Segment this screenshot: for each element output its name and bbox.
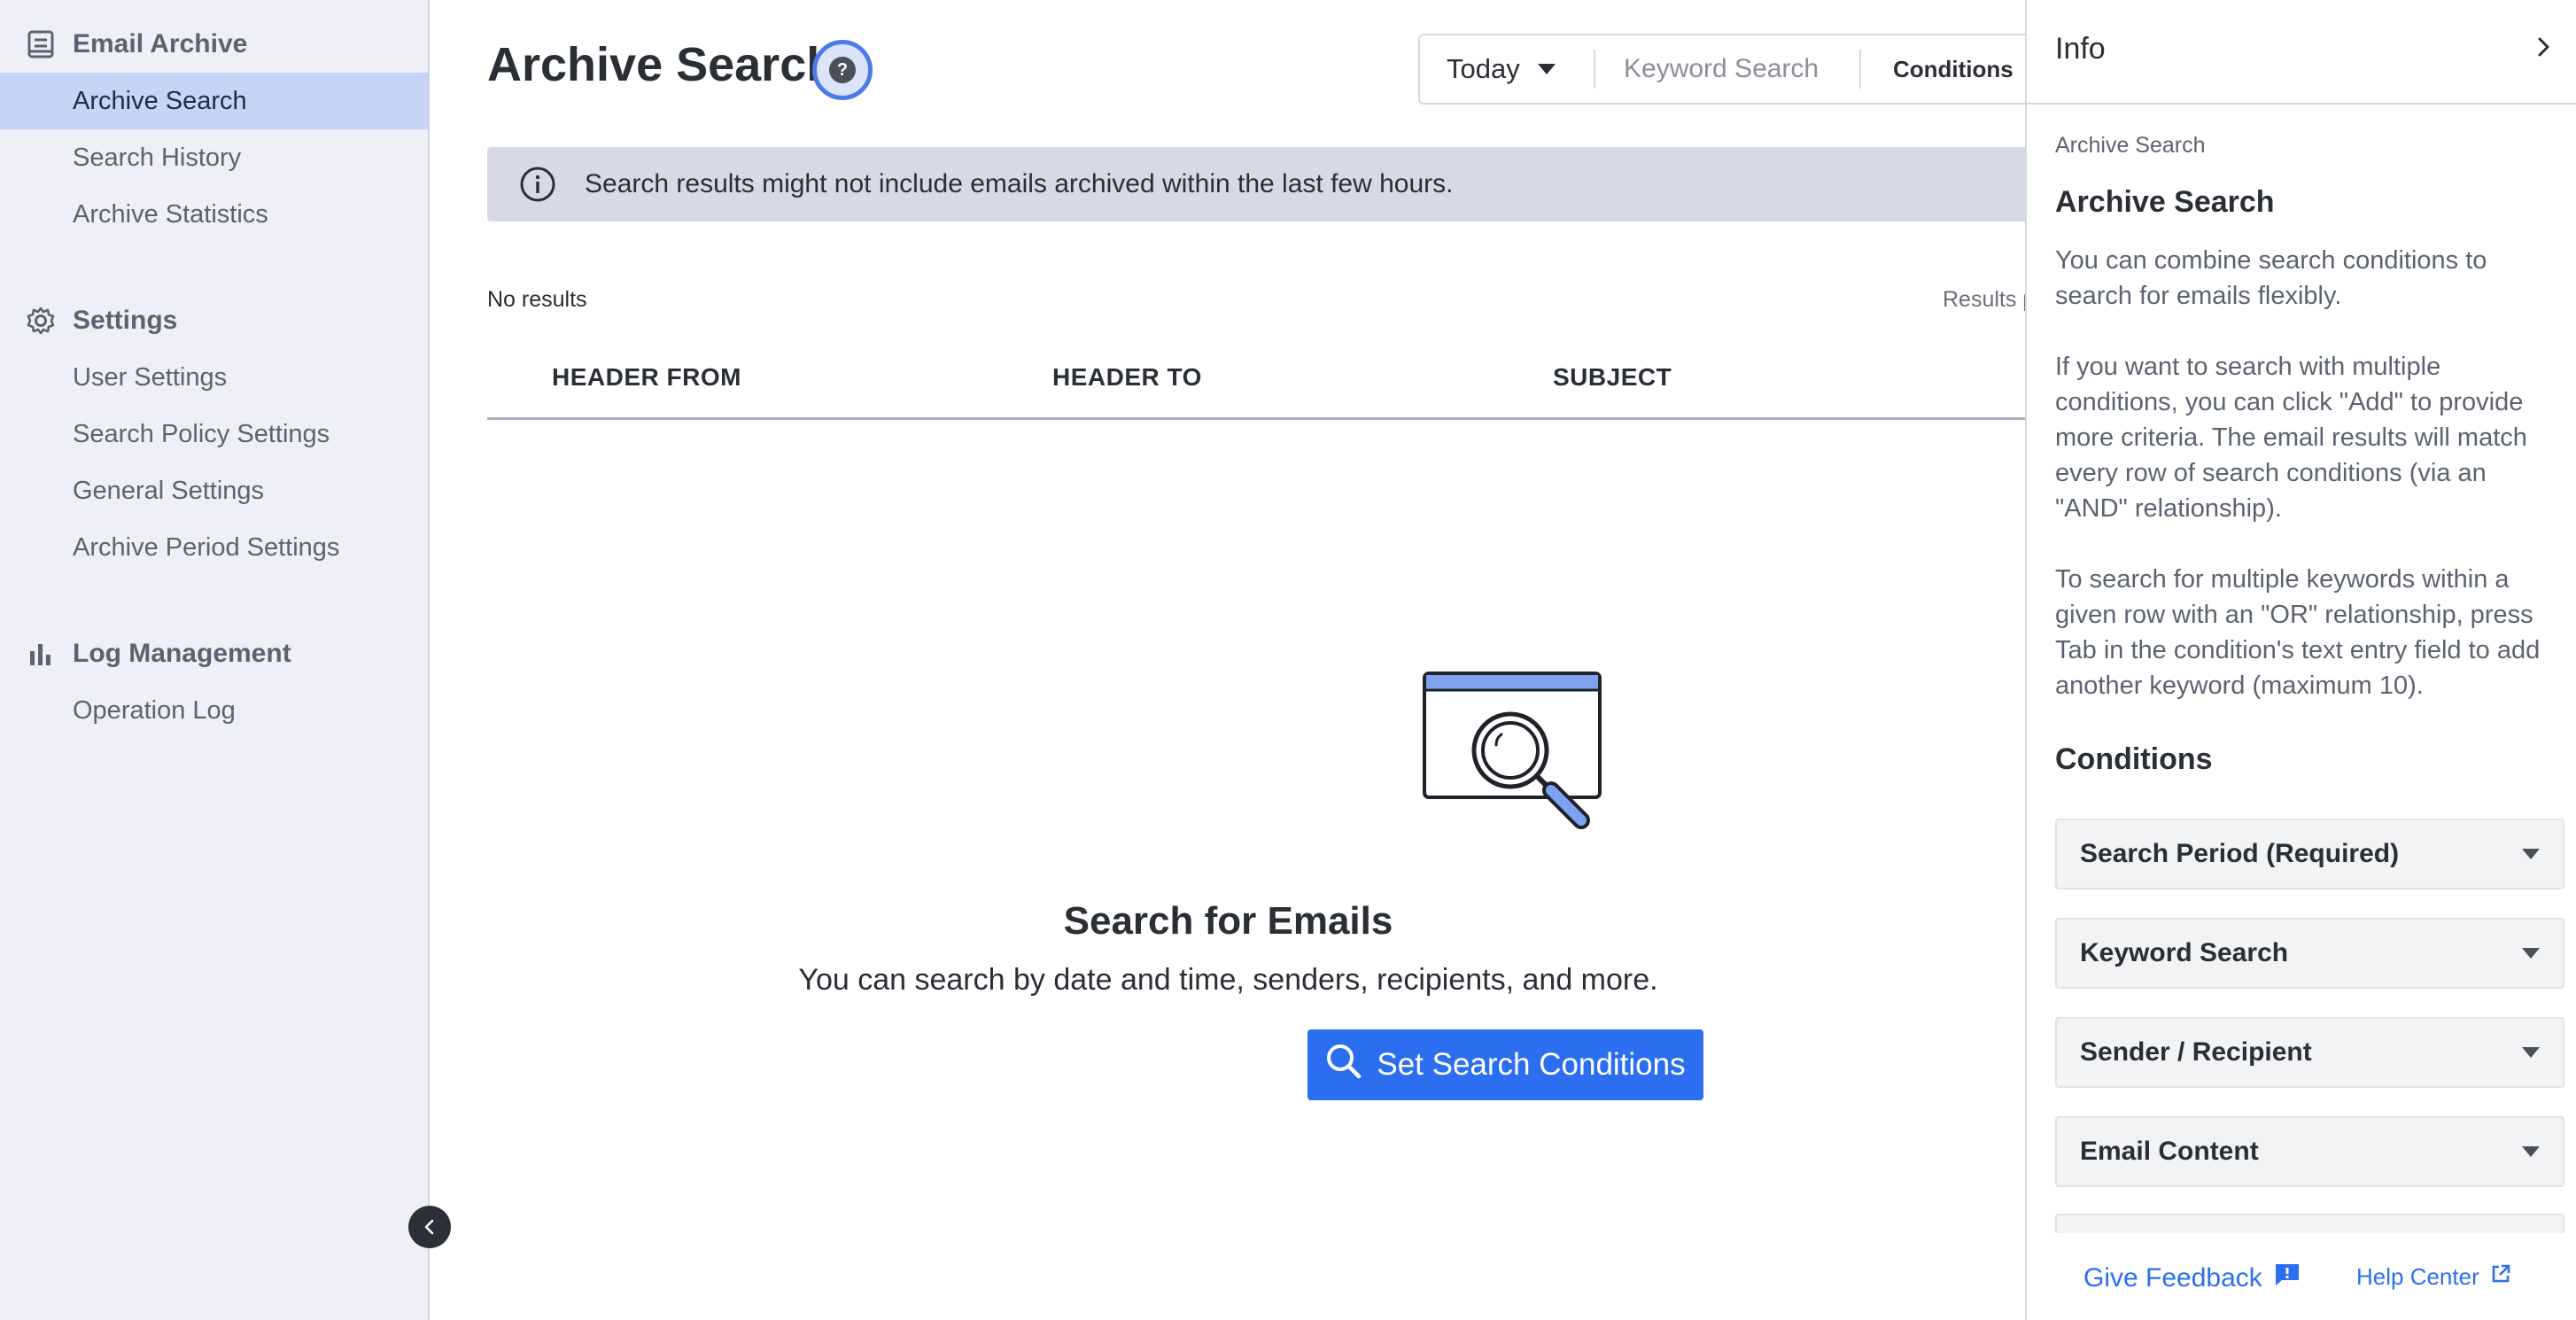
condition-accordion-email-content[interactable]: Email Content: [2055, 1116, 2564, 1187]
empty-state-description: You can search by date and time, senders…: [798, 963, 1658, 997]
info-breadcrumb: Archive Search: [2055, 133, 2206, 158]
results-per-page-label: Results p: [1943, 287, 2036, 312]
info-paragraph: You can combine search conditions to sea…: [2055, 246, 2487, 310]
sidebar-heading-label: Log Management: [73, 639, 291, 668]
set-search-conditions-label: Set Search Conditions: [1377, 1047, 1686, 1082]
question-mark-icon: ?: [829, 57, 856, 83]
info-heading: Archive Search: [2055, 185, 2275, 219]
give-feedback-label: Give Feedback: [2083, 1263, 2262, 1293]
column-subject[interactable]: SUBJECT: [1553, 363, 1672, 392]
info-paragraph: If you want to search with multiple cond…: [2055, 353, 2527, 523]
main-content: Archive Search ? Today Conditions Search…: [431, 0, 2074, 1320]
sidebar-heading-settings[interactable]: Settings: [0, 292, 430, 349]
help-center-link[interactable]: Help Center: [2356, 1263, 2511, 1291]
sidebar-heading-log-management[interactable]: Log Management: [0, 625, 430, 682]
document-list-icon: [25, 28, 57, 60]
give-feedback-link[interactable]: Give Feedback: [2083, 1262, 2301, 1295]
sidebar-item-archive-period-settings[interactable]: Archive Period Settings: [0, 519, 430, 576]
accordion-label: Search Period (Required): [2080, 839, 2400, 868]
keyword-search-input[interactable]: [1595, 50, 1861, 89]
caret-down-icon: [2522, 1146, 2540, 1157]
period-dropdown-value: Today: [1447, 53, 1520, 84]
results-count: No results: [487, 287, 587, 312]
page-title: Archive Search: [487, 38, 836, 91]
sidebar: Email Archive Archive Search Search Hist…: [0, 0, 451, 1320]
condition-accordion-partial[interactable]: [2055, 1214, 2564, 1235]
results-table-header: HEADER FROM HEADER TO SUBJECT: [487, 346, 2046, 420]
accordion-label: Keyword Search: [2080, 938, 2289, 967]
sidebar-item-archive-statistics[interactable]: Archive Statistics: [0, 186, 430, 243]
caret-down-icon: [2522, 948, 2540, 959]
app-root: Email Archive Archive Search Search Hist…: [0, 0, 2576, 1320]
column-header-to[interactable]: HEADER TO: [1052, 363, 1202, 392]
help-center-label: Help Center: [2356, 1263, 2479, 1290]
sidebar-item-search-history[interactable]: Search History: [0, 129, 430, 186]
bar-chart-icon: [25, 638, 57, 670]
page-help-button[interactable]: ?: [812, 40, 873, 100]
column-header-from[interactable]: HEADER FROM: [552, 363, 741, 392]
info-banner-text: Search results might not include emails …: [585, 169, 1454, 198]
accordion-label: Sender / Recipient: [2080, 1037, 2312, 1067]
search-toolbar: Today Conditions: [1418, 34, 2074, 105]
info-panel: Info Archive Search Archive Search You c…: [2025, 0, 2576, 1320]
search-icon: [1325, 1043, 1362, 1088]
info-circle-icon: [519, 166, 556, 203]
caret-down-icon: [2522, 849, 2540, 859]
period-dropdown[interactable]: Today: [1420, 50, 1595, 89]
caret-down-icon: [1537, 64, 1556, 74]
sidebar-item-archive-search[interactable]: Archive Search: [0, 73, 430, 129]
info-panel-body: Archive Search Archive Search You can co…: [2055, 133, 2551, 777]
condition-accordion-sender-recipient[interactable]: Sender / Recipient: [2055, 1017, 2564, 1088]
external-link-icon: [2490, 1263, 2511, 1291]
search-illustration: [1422, 669, 1608, 842]
feedback-icon: [2273, 1262, 2301, 1295]
sidebar-item-user-settings[interactable]: User Settings: [0, 349, 430, 406]
caret-down-icon: [2522, 1047, 2540, 1058]
condition-accordion-keyword-search[interactable]: Keyword Search: [2055, 918, 2564, 989]
empty-state-title: Search for Emails: [1063, 899, 1393, 943]
chevron-right-icon: [2538, 37, 2549, 57]
sidebar-heading-label: Settings: [73, 306, 178, 335]
info-panel-close-button[interactable]: [2533, 32, 2556, 66]
sidebar-item-search-policy-settings[interactable]: Search Policy Settings: [0, 406, 430, 462]
conditions-button-label: Conditions: [1893, 55, 2013, 82]
conditions-heading: Conditions: [2055, 742, 2213, 776]
info-banner: Search results might not include emails …: [487, 147, 2046, 221]
sidebar-item-operation-log[interactable]: Operation Log: [0, 682, 430, 739]
info-panel-header: Info: [2027, 0, 2576, 105]
sidebar-section-email-archive: Email Archive Archive Search Search Hist…: [0, 16, 430, 243]
accordion-label: Email Content: [2080, 1137, 2259, 1166]
sidebar-item-general-settings[interactable]: General Settings: [0, 462, 430, 519]
info-panel-footer: Give Feedback Help Center: [2027, 1233, 2576, 1320]
info-paragraph: To search for multiple keywords within a…: [2055, 565, 2541, 700]
sidebar-section-settings: Settings User Settings Search Policy Set…: [0, 292, 430, 576]
gear-icon: [25, 305, 57, 337]
sidebar-section-log-management: Log Management Operation Log: [0, 625, 430, 739]
sidebar-heading-label: Email Archive: [73, 29, 248, 58]
sidebar-heading-email-archive[interactable]: Email Archive: [0, 16, 430, 73]
condition-accordion-search-period[interactable]: Search Period (Required): [2055, 819, 2564, 889]
set-search-conditions-button[interactable]: Set Search Conditions: [1307, 1029, 1703, 1100]
info-panel-title: Info: [2055, 32, 2106, 66]
conditions-button[interactable]: Conditions: [1861, 56, 2037, 83]
